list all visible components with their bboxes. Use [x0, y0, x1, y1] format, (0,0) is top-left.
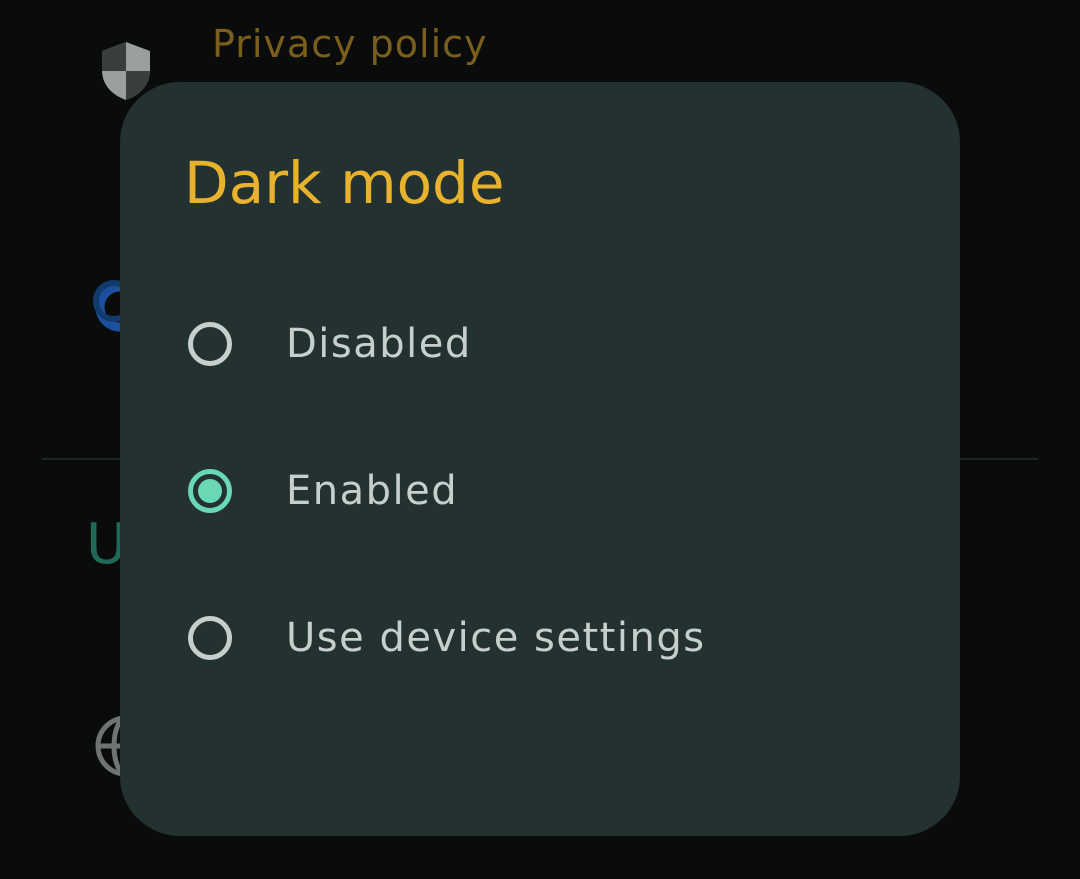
dark-mode-dialog: Dark mode Disabled Enabled Use device se… — [120, 82, 960, 836]
dialog-title: Dark mode — [184, 149, 505, 217]
option-label-enabled: Enabled — [286, 468, 459, 514]
option-label-disabled: Disabled — [286, 321, 472, 367]
radio-button-use-device-settings[interactable] — [188, 616, 232, 660]
radio-button-disabled[interactable] — [188, 322, 232, 366]
option-label-use-device-settings: Use device settings — [286, 615, 706, 661]
radio-button-enabled[interactable] — [188, 469, 232, 513]
option-use-device-settings[interactable]: Use device settings — [184, 608, 896, 668]
privacy-policy-item[interactable]: Privacy policy — [212, 22, 488, 66]
option-disabled[interactable]: Disabled — [184, 314, 896, 374]
option-enabled[interactable]: Enabled — [184, 461, 896, 521]
